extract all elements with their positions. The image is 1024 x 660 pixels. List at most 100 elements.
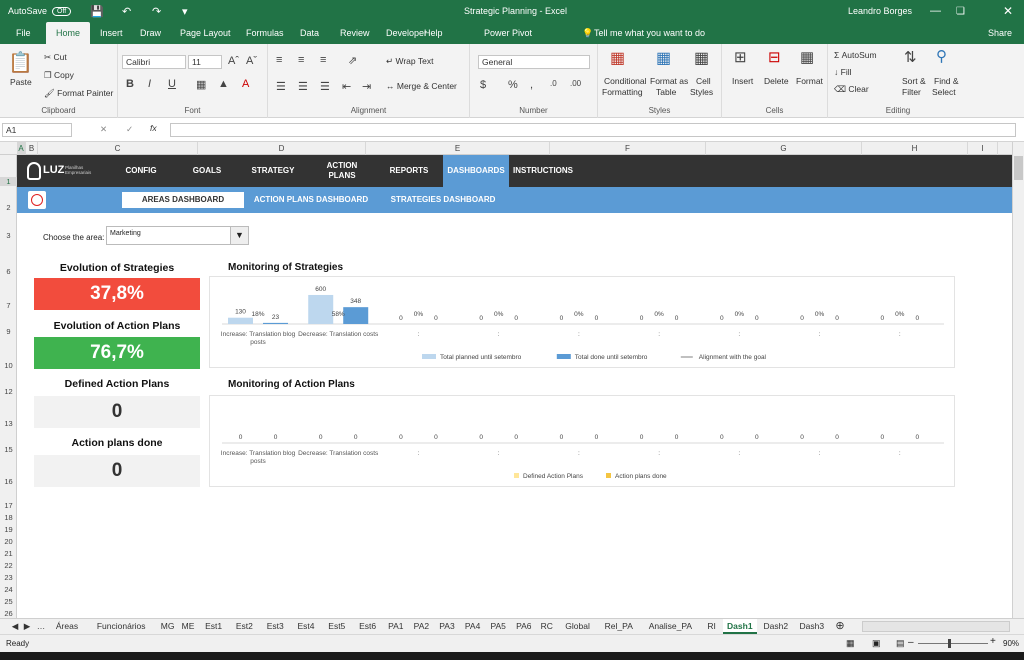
- bold-icon[interactable]: B: [126, 78, 134, 90]
- close-icon[interactable]: ✕: [1003, 4, 1013, 18]
- decrease-font-icon[interactable]: Aˇ: [246, 55, 257, 67]
- font-color-icon[interactable]: A: [242, 78, 249, 90]
- conditional-formatting-icon[interactable]: ▦: [610, 48, 625, 68]
- decrease-decimal-icon[interactable]: .00: [570, 79, 581, 88]
- cut-button[interactable]: ✂ Cut: [44, 52, 67, 63]
- delete-cells-icon[interactable]: ⊟: [768, 48, 781, 66]
- align-left-icon[interactable]: ☰: [276, 80, 286, 93]
- sheet-tab[interactable]: PA3: [435, 619, 459, 634]
- action-plans-chart[interactable]: 0 0 Increase: Translation blog posts 0 0 Decre…: [209, 395, 955, 487]
- decrease-indent-icon[interactable]: ⇤: [342, 80, 351, 93]
- tab-page-layout[interactable]: Page Layout: [174, 22, 237, 44]
- tab-help[interactable]: Power Pivot: [478, 22, 538, 44]
- user-name[interactable]: Leandro Borges: [848, 6, 912, 16]
- row-header[interactable]: 15: [0, 445, 17, 454]
- sheet-tab[interactable]: PA2: [410, 619, 434, 634]
- align-center-icon[interactable]: ☰: [298, 80, 308, 93]
- sheet-tab[interactable]: Analise_PA: [640, 619, 700, 634]
- align-top-icon[interactable]: ≡: [276, 54, 282, 66]
- italic-icon[interactable]: I: [148, 78, 151, 90]
- page-break-view-icon[interactable]: ▤: [896, 638, 905, 649]
- autosum-button[interactable]: Σ AutoSum: [834, 50, 877, 60]
- nav-config[interactable]: CONFIG: [113, 155, 169, 187]
- cancel-formula-icon[interactable]: ✕: [100, 124, 107, 135]
- insert-cells-button[interactable]: Insert: [732, 76, 753, 86]
- align-bottom-icon[interactable]: ≡: [320, 54, 326, 66]
- new-sheet-icon[interactable]: ⊕: [834, 619, 846, 634]
- format-as-table-icon[interactable]: ▦: [656, 48, 671, 68]
- font-name-select[interactable]: Calibri: [122, 55, 186, 69]
- undo-icon[interactable]: ↶: [122, 5, 131, 18]
- sheet-tab[interactable]: PA5: [486, 619, 510, 634]
- redo-icon[interactable]: ↷: [152, 5, 161, 18]
- sheet-tab[interactable]: RC: [538, 619, 556, 634]
- increase-indent-icon[interactable]: ⇥: [362, 80, 371, 93]
- font-size-select[interactable]: 11: [188, 55, 222, 69]
- restore-icon[interactable]: ❏: [956, 6, 965, 17]
- scroll-tabs-left-icon[interactable]: ◀: [10, 619, 20, 634]
- scroll-tabs-right-icon[interactable]: ▶: [22, 619, 32, 634]
- increase-font-icon[interactable]: Aˆ: [228, 55, 239, 67]
- more-tabs-icon[interactable]: …: [34, 619, 48, 634]
- column-header[interactable]: I: [968, 142, 998, 155]
- sheet-tab[interactable]: Dash1: [722, 619, 757, 634]
- insert-cells-icon[interactable]: ⊞: [734, 48, 747, 66]
- format-cells-button[interactable]: Format: [796, 76, 823, 86]
- number-format-select[interactable]: General: [478, 55, 590, 69]
- column-header[interactable]: H: [862, 142, 968, 155]
- row-header[interactable]: 10: [0, 361, 17, 370]
- nav-instructions[interactable]: INSTRUCTIONS: [513, 155, 573, 187]
- paste-button[interactable]: Paste: [10, 77, 32, 87]
- tab-home[interactable]: Home: [46, 22, 91, 44]
- nav-goals[interactable]: GOALS: [179, 155, 235, 187]
- scroll-thumb[interactable]: [1014, 156, 1023, 180]
- normal-view-icon[interactable]: ▦: [846, 638, 855, 649]
- sub-tab-strategies-dashboard[interactable]: STRATEGIES DASHBOARD: [385, 192, 501, 208]
- cell-styles-icon[interactable]: ▦: [694, 48, 709, 68]
- increase-decimal-icon[interactable]: .0: [550, 79, 557, 88]
- format-cells-icon[interactable]: ▦: [800, 48, 814, 66]
- row-header[interactable]: 12: [0, 387, 17, 396]
- dropdown-arrow-icon[interactable]: ▼: [230, 227, 248, 244]
- column-header[interactable]: C: [38, 142, 198, 155]
- row-header[interactable]: 16: [0, 477, 17, 486]
- sheet-tab[interactable]: Est3: [261, 619, 290, 634]
- area-select[interactable]: Marketing ▼: [106, 226, 249, 245]
- sheet-tab[interactable]: Est4: [292, 619, 321, 634]
- borders-icon[interactable]: ▦: [196, 78, 206, 91]
- align-middle-icon[interactable]: ≡: [298, 54, 304, 66]
- underline-icon[interactable]: U: [168, 78, 176, 90]
- tab-developer[interactable]: Help: [418, 22, 449, 44]
- row-header[interactable]: 2: [0, 203, 17, 212]
- row-header[interactable]: 25: [0, 597, 17, 606]
- name-box[interactable]: A1: [2, 123, 72, 137]
- sheet-tab[interactable]: Funcionários: [86, 619, 156, 634]
- tell-me-box[interactable]: Tell me what you want to do: [588, 22, 711, 44]
- row-header[interactable]: 9: [0, 327, 17, 336]
- sheet-tab[interactable]: Rel_PA: [599, 619, 638, 634]
- orientation-icon[interactable]: ⇗: [348, 54, 357, 67]
- confirm-formula-icon[interactable]: ✓: [126, 124, 133, 135]
- tab-power-pivot[interactable]: [516, 22, 528, 44]
- row-header[interactable]: 22: [0, 561, 17, 570]
- sheet-tab[interactable]: PA1: [384, 619, 408, 634]
- horizontal-scrollbar[interactable]: [862, 621, 1010, 632]
- vertical-scrollbar[interactable]: [1012, 142, 1024, 618]
- sheet-tab[interactable]: PA4: [461, 619, 485, 634]
- merge-center-button[interactable]: ↔ Merge & Center: [386, 81, 457, 91]
- align-right-icon[interactable]: ☰: [320, 80, 330, 93]
- conditional-formatting-button[interactable]: Conditional: [604, 76, 647, 86]
- currency-icon[interactable]: $: [480, 79, 486, 91]
- nav-action-plans[interactable]: ACTION PLANS: [317, 155, 367, 187]
- column-header[interactable]: F: [550, 142, 706, 155]
- clear-button[interactable]: ⌫ Clear: [834, 84, 869, 95]
- cell-styles-button[interactable]: Cell: [696, 76, 711, 86]
- sheet-tab[interactable]: Dash3: [795, 619, 829, 634]
- autosave-toggle[interactable]: Off: [52, 6, 72, 16]
- percent-icon[interactable]: %: [508, 79, 518, 91]
- sheet-tab[interactable]: Dash2: [759, 619, 793, 634]
- row-header[interactable]: 23: [0, 573, 17, 582]
- row-header[interactable]: 1: [0, 177, 17, 186]
- format-painter-button[interactable]: 🖌 Format Painter: [44, 88, 113, 99]
- tab-data[interactable]: Data: [294, 22, 325, 44]
